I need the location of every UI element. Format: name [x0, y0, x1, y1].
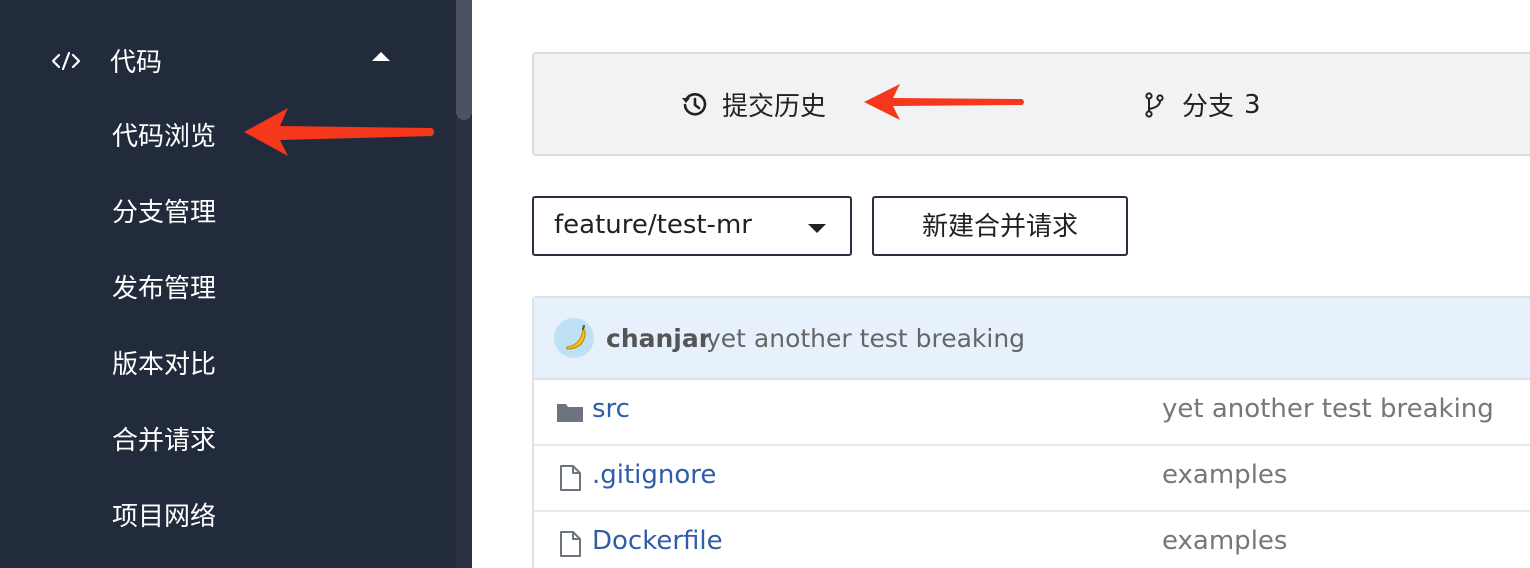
- new-merge-request-button[interactable]: 新建合并请求: [872, 196, 1128, 256]
- file-name[interactable]: .gitignore: [592, 460, 716, 490]
- sidebar: 代码 代码浏览 分支管理 发布管理 版本对比 合并请求 项目网络: [0, 0, 472, 568]
- git-branch-icon: [1145, 91, 1164, 118]
- sidebar-item-release-management[interactable]: 发布管理: [112, 268, 216, 305]
- file-last-commit[interactable]: examples: [1162, 526, 1287, 556]
- file-name[interactable]: Dockerfile: [592, 526, 723, 556]
- table-row[interactable]: .gitignore examples: [534, 446, 1530, 512]
- sidebar-item-project-network[interactable]: 项目网络: [112, 496, 216, 533]
- banana-icon: [566, 325, 586, 350]
- history-icon: [682, 92, 707, 116]
- tab-commit-history[interactable]: 提交历史: [680, 86, 826, 123]
- sidebar-item-code-browse[interactable]: 代码浏览: [112, 116, 216, 153]
- tab-commit-history-label: 提交历史: [722, 92, 827, 122]
- avatar[interactable]: [554, 318, 594, 358]
- sidebar-item-version-compare[interactable]: 版本对比: [112, 344, 216, 381]
- folder-icon: [557, 404, 583, 422]
- file-table: chanjar yet another test breaking src ye…: [532, 296, 1530, 568]
- sidebar-item-merge-requests[interactable]: 合并请求: [112, 420, 216, 457]
- sidebar-group-code[interactable]: 代码: [0, 30, 456, 88]
- code-tabbar: 提交历史 分支 3: [532, 52, 1530, 156]
- file-name[interactable]: src: [592, 394, 630, 424]
- sidebar-item-branch-management[interactable]: 分支管理: [112, 192, 216, 229]
- sidebar-scrollbar-lower[interactable]: [456, 112, 472, 568]
- branch-select[interactable]: feature/test-mr: [532, 196, 852, 256]
- chevron-down-icon: [808, 224, 826, 233]
- latest-commit-header: chanjar yet another test breaking: [534, 298, 1530, 380]
- file-last-commit[interactable]: yet another test breaking: [1162, 394, 1494, 424]
- commit-message[interactable]: yet another test breaking: [706, 324, 1025, 353]
- table-row[interactable]: src yet another test breaking: [534, 380, 1530, 446]
- code-icon: [51, 51, 81, 71]
- annotation-arrow-code-browse: [244, 108, 434, 156]
- tab-branches-label: 分支: [1182, 92, 1235, 122]
- file-last-commit[interactable]: examples: [1162, 460, 1287, 490]
- tab-branches[interactable]: 分支 3: [1140, 86, 1261, 123]
- file-icon: [560, 465, 581, 491]
- branch-select-value: feature/test-mr: [554, 210, 752, 240]
- caret-up-icon[interactable]: [372, 52, 390, 61]
- file-icon: [560, 531, 581, 557]
- branch-count: 3: [1244, 89, 1261, 120]
- sidebar-scrollbar-thumb[interactable]: [456, 0, 472, 120]
- commit-author[interactable]: chanjar: [606, 324, 711, 353]
- annotation-arrow-commit-history: [864, 84, 1024, 120]
- sidebar-group-label: 代码: [110, 48, 163, 78]
- table-row[interactable]: Dockerfile examples: [534, 512, 1530, 568]
